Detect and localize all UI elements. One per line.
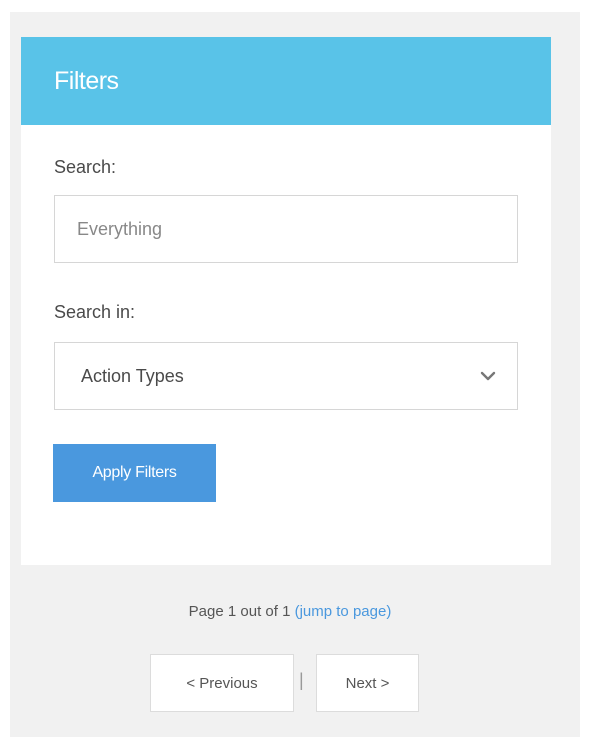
filters-title: Filters [54, 66, 119, 95]
search-in-label: Search in: [54, 302, 136, 322]
chevron-down-icon [479, 370, 497, 382]
search-in-selected-value: Action Types [81, 365, 184, 386]
previous-page-button[interactable]: < Previous [150, 654, 294, 712]
filters-panel: Filters Search: Search in: Action Types … [21, 37, 551, 565]
jump-to-page-link[interactable]: (jump to page) [295, 603, 392, 620]
search-label: Search: [54, 157, 117, 177]
page-count-text: Page 1 out of 1 [188, 603, 295, 620]
pager-separator: | [299, 670, 304, 690]
search-input[interactable] [54, 195, 518, 263]
search-in-select[interactable]: Action Types [54, 342, 518, 410]
apply-filters-button[interactable]: Apply Filters [53, 444, 216, 502]
pagination-info: Page 1 out of 1 (jump to page) [0, 603, 580, 620]
filters-header: Filters [21, 37, 551, 125]
next-page-button[interactable]: Next > [316, 654, 419, 712]
